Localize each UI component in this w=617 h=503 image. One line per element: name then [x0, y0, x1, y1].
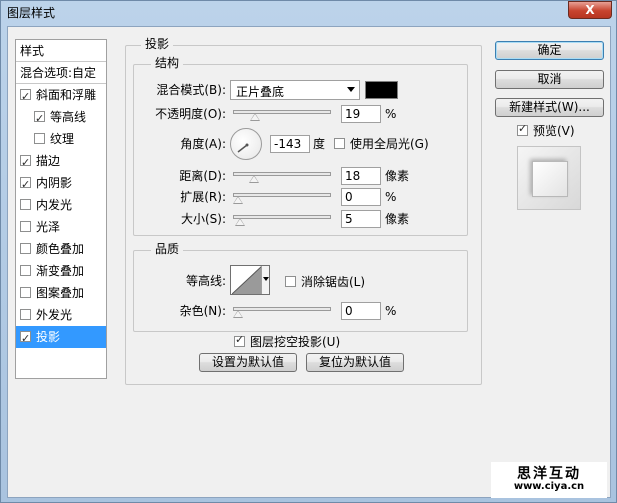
noise-slider[interactable] [233, 304, 331, 320]
chevron-down-icon [263, 277, 269, 281]
title-bar: 图层样式 X [1, 1, 616, 23]
distance-input[interactable]: 18 [341, 167, 381, 185]
size-unit: 像素 [385, 212, 410, 226]
blend-mode-select[interactable]: 正片叠底 [230, 80, 360, 100]
preview-checkbox[interactable] [517, 122, 528, 136]
opacity-input[interactable]: 19 [341, 105, 381, 123]
distance-unit: 像素 [385, 169, 410, 183]
watermark: 思洋互动 www.ciya.cn [491, 462, 607, 498]
opacity-slider[interactable] [233, 107, 331, 123]
style-item-satin[interactable]: 光泽 [16, 216, 106, 238]
cancel-button[interactable]: 取消 [495, 70, 604, 89]
noise-unit: % [385, 304, 397, 318]
outer-glow-checkbox[interactable] [20, 309, 31, 320]
knockout-checkbox[interactable] [234, 333, 245, 347]
size-slider-thumb[interactable] [234, 218, 245, 226]
angle-label: 角度(A): [180, 137, 226, 151]
structure-title: 结构 [151, 56, 184, 70]
contour-curve-icon [232, 266, 262, 294]
quality-title: 品质 [151, 242, 184, 256]
size-input[interactable]: 5 [341, 210, 381, 228]
noise-input[interactable]: 0 [341, 302, 381, 320]
contour-picker[interactable] [230, 265, 270, 295]
shadow-color-swatch[interactable] [365, 81, 398, 99]
drop-shadow-title: 投影 [141, 37, 174, 51]
distance-slider-thumb[interactable] [248, 175, 259, 183]
style-list-blending-options[interactable]: 混合选项:自定 [16, 62, 106, 84]
color-overlay-checkbox[interactable] [20, 243, 31, 254]
watermark-title: 思洋互动 [517, 466, 581, 482]
size-label: 大小(S): [180, 212, 226, 226]
style-item-drop-shadow[interactable]: 投影 [16, 326, 106, 350]
style-item-bevel-emboss[interactable]: 斜面和浮雕 [16, 84, 106, 108]
contour-checkbox[interactable] [34, 108, 45, 130]
opacity-slider-thumb[interactable] [249, 113, 260, 121]
style-item-outer-glow[interactable]: 外发光 [16, 304, 106, 326]
drop-shadow-checkbox[interactable] [20, 328, 31, 350]
gradient-overlay-checkbox[interactable] [20, 265, 31, 276]
close-icon: X [585, 3, 595, 17]
reset-default-button[interactable]: 复位为默认值 [306, 353, 404, 372]
spread-input[interactable]: 0 [341, 188, 381, 206]
style-list-header[interactable]: 样式 [16, 40, 106, 62]
chevron-down-icon [347, 87, 355, 92]
stroke-checkbox[interactable] [20, 152, 31, 174]
new-style-button[interactable]: 新建样式(W)... [495, 98, 604, 117]
style-item-inner-glow[interactable]: 内发光 [16, 194, 106, 216]
set-default-button[interactable]: 设置为默认值 [199, 353, 297, 372]
preview-label: 预览(V) [533, 124, 575, 138]
opacity-label: 不透明度(O): [155, 107, 226, 121]
blend-mode-value: 正片叠底 [236, 85, 285, 99]
angle-dial[interactable] [230, 128, 262, 160]
knockout-label: 图层挖空投影(U) [250, 335, 341, 349]
global-light-checkbox[interactable] [334, 138, 345, 149]
window-title: 图层样式 [7, 6, 56, 20]
blend-mode-label: 混合模式(B): [156, 83, 226, 97]
bevel-emboss-checkbox[interactable] [20, 86, 31, 108]
style-preview-thumbnail [517, 146, 581, 210]
noise-label: 杂色(N): [179, 304, 226, 318]
spread-unit: % [385, 190, 397, 204]
style-item-texture[interactable]: 纹理 [16, 128, 106, 150]
style-item-contour[interactable]: 等高线 [16, 106, 106, 130]
dialog-client: 样式 混合选项:自定 斜面和浮雕 等高线 纹理 描边 内阴影 内发光 光泽 颜色… [7, 26, 611, 498]
antialias-label: 消除锯齿(L) [301, 275, 366, 289]
texture-checkbox[interactable] [34, 133, 45, 144]
satin-checkbox[interactable] [20, 221, 31, 232]
style-item-color-overlay[interactable]: 颜色叠加 [16, 238, 106, 260]
global-light-label: 使用全局光(G) [350, 137, 429, 151]
style-item-gradient-overlay[interactable]: 渐变叠加 [16, 260, 106, 282]
layer-style-dialog: 图层样式 X 样式 混合选项:自定 斜面和浮雕 等高线 纹理 描边 内阴影 内发… [0, 0, 617, 503]
angle-unit: 度 [313, 137, 326, 151]
style-item-inner-shadow[interactable]: 内阴影 [16, 172, 106, 196]
watermark-url: www.ciya.cn [513, 481, 585, 492]
opacity-unit: % [385, 107, 397, 121]
spread-slider-thumb[interactable] [233, 196, 243, 204]
style-item-pattern-overlay[interactable]: 图案叠加 [16, 282, 106, 304]
inner-glow-checkbox[interactable] [20, 199, 31, 210]
ok-button[interactable]: 确定 [495, 41, 604, 60]
angle-needle-icon [237, 143, 249, 153]
close-button[interactable]: X [568, 1, 612, 19]
pattern-overlay-checkbox[interactable] [20, 287, 31, 298]
inner-shadow-checkbox[interactable] [20, 174, 31, 196]
spread-label: 扩展(R): [180, 190, 226, 204]
angle-input[interactable]: -143 [270, 135, 310, 153]
size-slider[interactable] [233, 212, 331, 228]
antialias-checkbox[interactable] [285, 276, 296, 287]
spread-slider[interactable] [233, 190, 331, 206]
style-item-stroke[interactable]: 描边 [16, 150, 106, 174]
distance-slider[interactable] [233, 169, 331, 185]
noise-slider-thumb[interactable] [233, 310, 243, 318]
style-list: 样式 混合选项:自定 斜面和浮雕 等高线 纹理 描边 内阴影 内发光 光泽 颜色… [15, 39, 107, 379]
contour-label: 等高线: [185, 274, 226, 288]
distance-label: 距离(D): [179, 169, 226, 183]
